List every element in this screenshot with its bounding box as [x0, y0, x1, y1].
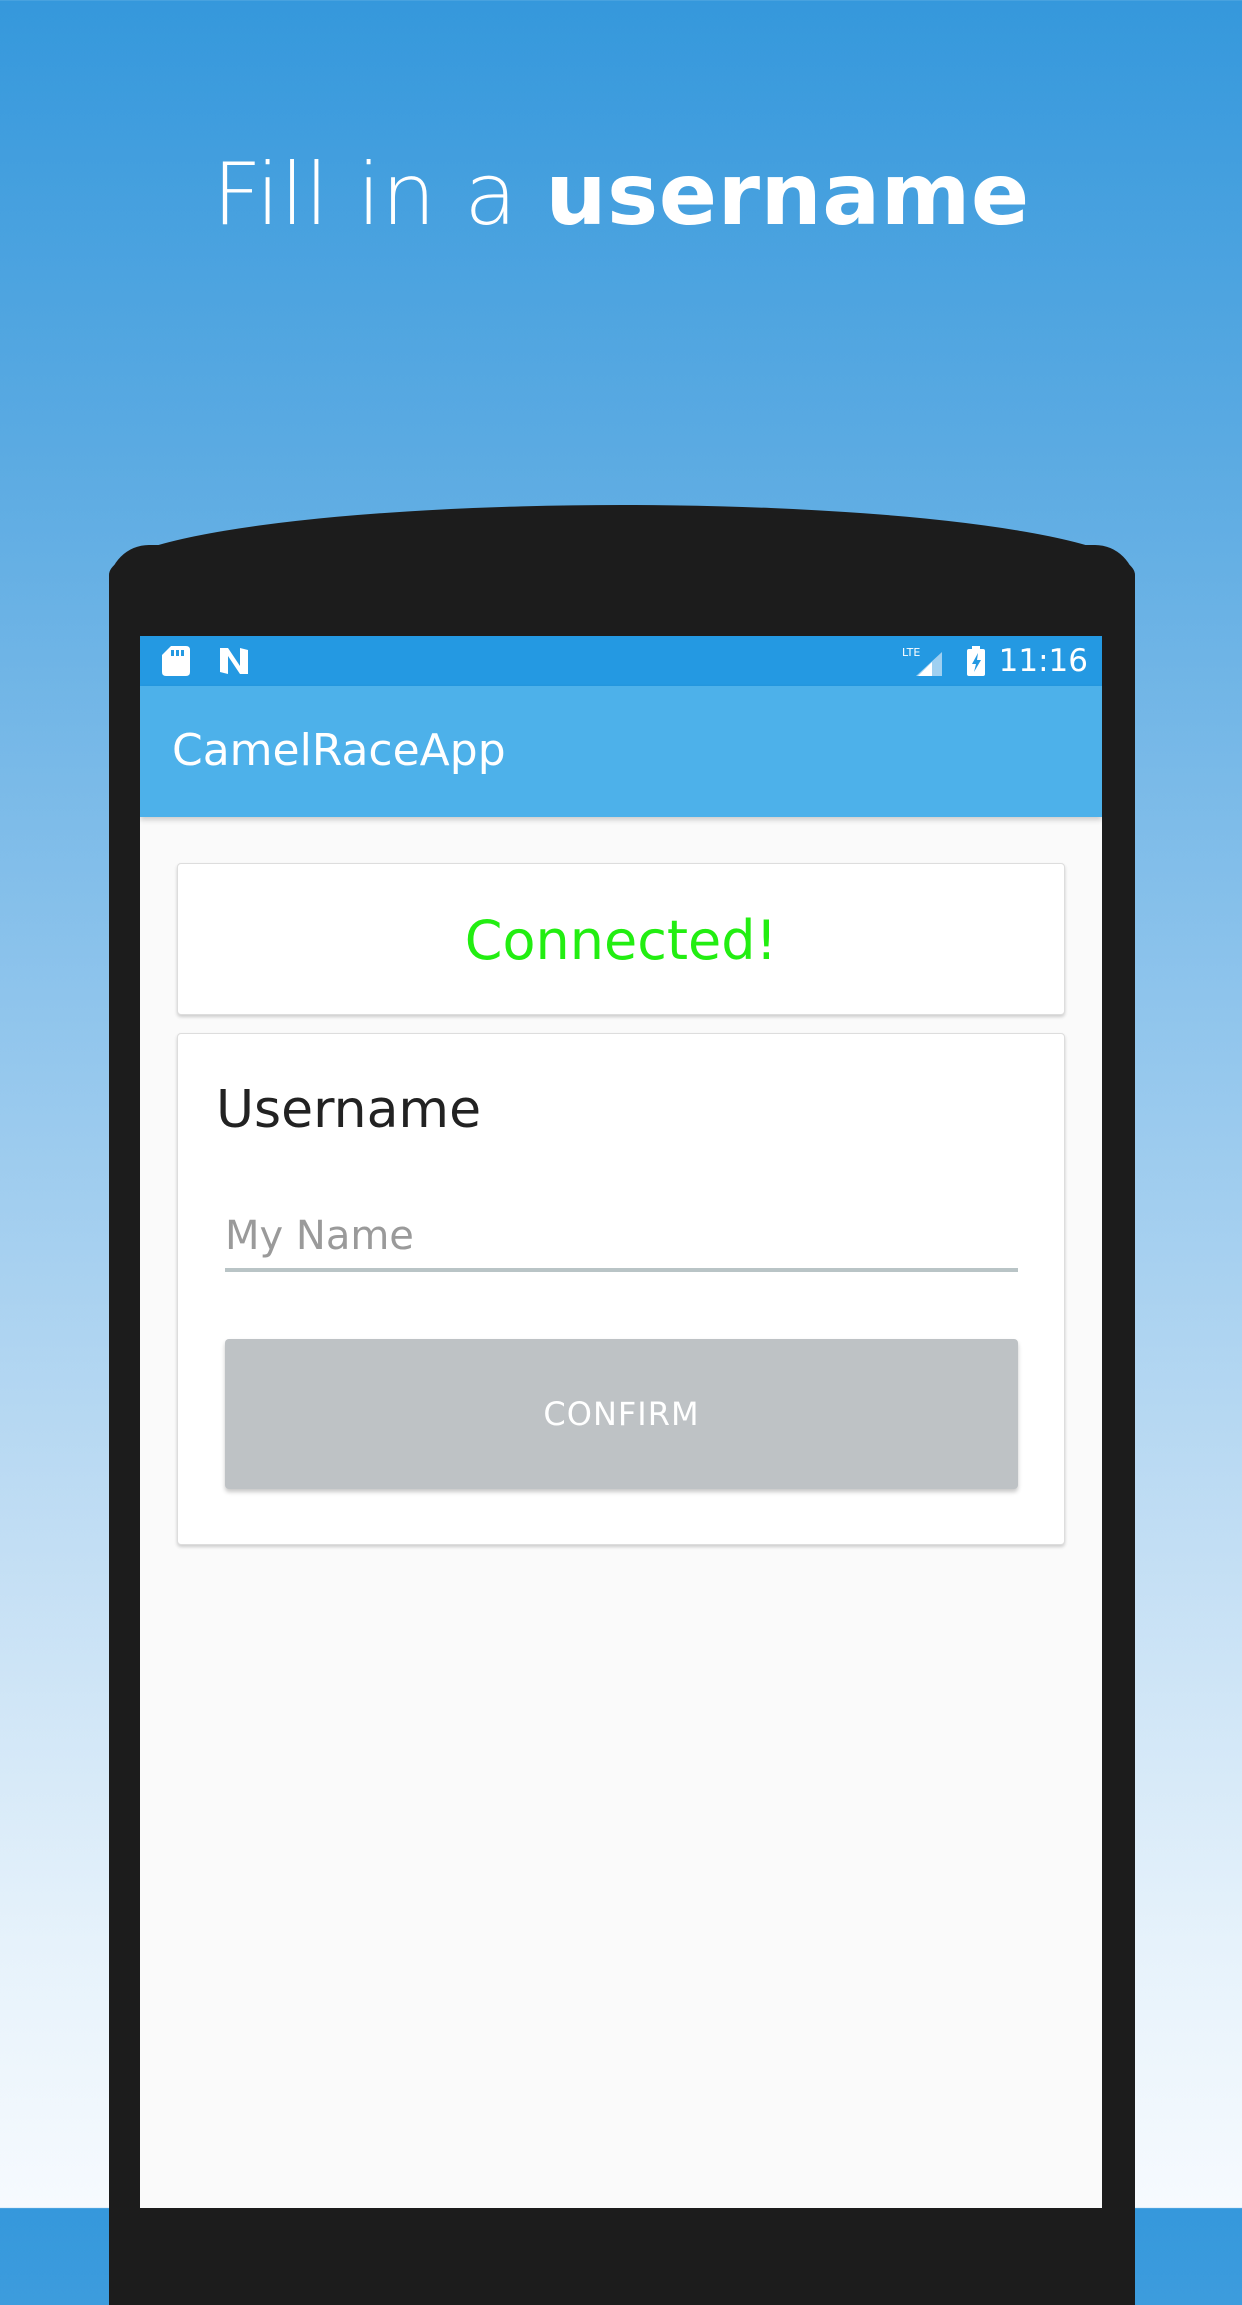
username-input[interactable]	[225, 1204, 1018, 1272]
app-title: CamelRaceApp	[172, 725, 506, 776]
battery-charging-icon	[967, 646, 985, 676]
username-label: Username	[216, 1080, 482, 1140]
lte-signal-icon: LTE	[902, 646, 942, 676]
headline-prefix: Fill in a	[212, 145, 546, 245]
confirm-button[interactable]: CONFIRM	[225, 1339, 1018, 1489]
phone-screen: LTE 11:16 CamelRaceApp Connected! Userna…	[140, 636, 1102, 2208]
sd-card-icon	[162, 646, 190, 676]
username-form-card: Username CONFIRM	[177, 1033, 1065, 1545]
promo-headline: Fill in a username	[0, 140, 1242, 250]
connection-status-card: Connected!	[177, 863, 1065, 1015]
svg-text:LTE: LTE	[902, 646, 920, 659]
app-toolbar: CamelRaceApp	[140, 686, 1102, 817]
n-notification-icon	[220, 648, 248, 674]
connection-status-text: Connected!	[464, 909, 778, 972]
status-bar-clock: 11:16	[998, 643, 1088, 679]
headline-emphasis: username	[545, 145, 1030, 245]
status-bar: LTE 11:16	[140, 636, 1102, 686]
